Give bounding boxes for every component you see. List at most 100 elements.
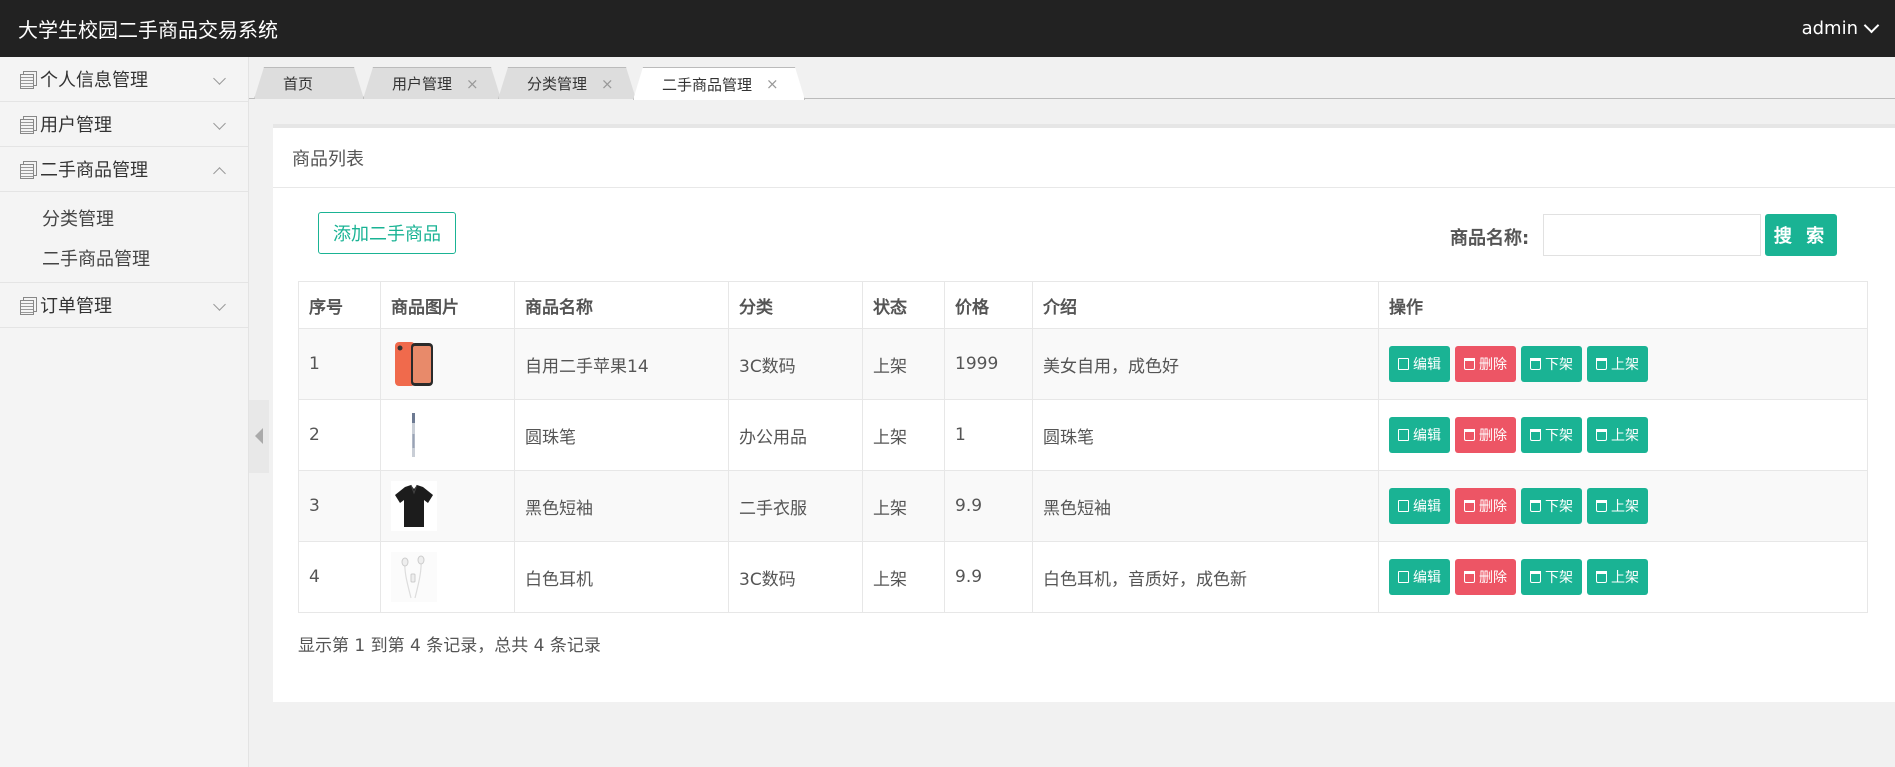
take-down-button[interactable]: 下架 (1521, 559, 1582, 595)
cell-actions: 编辑 删除 下架 上架 (1378, 328, 1868, 400)
cell-id: 2 (298, 399, 381, 471)
delete-button[interactable]: 删除 (1455, 417, 1516, 453)
cell-actions: 编辑 删除 下架 上架 (1378, 470, 1868, 542)
chevron-down-icon (213, 298, 226, 311)
col-header: 分类 (728, 281, 863, 329)
take-down-button[interactable]: 下架 (1521, 488, 1582, 524)
sidebar-subitem-goods[interactable]: 二手商品管理 (0, 238, 248, 278)
put-on-button[interactable]: 上架 (1587, 559, 1648, 595)
chevron-down-icon (1863, 17, 1880, 34)
sidebar-item-goods[interactable]: 二手商品管理 (0, 147, 248, 192)
chevron-down-icon (213, 117, 226, 130)
tab-goods[interactable]: 二手商品管理 × (633, 67, 805, 100)
button-label: 编辑 (1413, 428, 1441, 444)
button-label: 编辑 (1413, 357, 1441, 373)
trash-icon (1530, 429, 1541, 441)
user-menu[interactable]: admin (1802, 17, 1880, 39)
button-label: 下架 (1545, 428, 1573, 444)
cell-category: 办公用品 (728, 399, 863, 471)
add-goods-button[interactable]: 添加二手商品 (318, 212, 456, 254)
put-on-button[interactable]: 上架 (1587, 417, 1648, 453)
panel-title: 商品列表 (273, 128, 1895, 188)
col-header: 价格 (944, 281, 1033, 329)
put-on-button[interactable]: 上架 (1587, 488, 1648, 524)
cell-actions: 编辑 删除 下架 上架 (1378, 399, 1868, 471)
trash-icon (1464, 358, 1475, 370)
chevron-down-icon (213, 72, 226, 85)
col-header: 商品名称 (514, 281, 729, 329)
tab-label: 首页 (283, 75, 314, 93)
trash-icon (1530, 358, 1541, 370)
close-icon[interactable]: × (601, 75, 614, 93)
cell-intro: 白色耳机，音质好，成色新 (1032, 541, 1379, 613)
trash-icon (1596, 429, 1607, 441)
tab-label: 分类管理 (527, 75, 588, 93)
earphone-image (391, 552, 437, 602)
edit-icon (1398, 429, 1409, 441)
cell-category: 3C数码 (728, 328, 863, 400)
edit-button[interactable]: 编辑 (1389, 488, 1450, 524)
sidebar-collapse-toggle[interactable] (249, 400, 269, 473)
delete-button[interactable]: 删除 (1455, 346, 1516, 382)
edit-button[interactable]: 编辑 (1389, 559, 1450, 595)
trash-icon (1464, 429, 1475, 441)
sidebar-item-label: 二手商品管理 (40, 160, 148, 181)
search-button[interactable]: 搜 索 (1765, 214, 1837, 256)
cell-price: 9.9 (944, 541, 1033, 613)
document-icon (20, 71, 37, 89)
search-input[interactable] (1543, 214, 1761, 256)
button-label: 上架 (1611, 357, 1639, 373)
edit-icon (1398, 571, 1409, 583)
put-on-button[interactable]: 上架 (1587, 346, 1648, 382)
sidebar-item-orders[interactable]: 订单管理 (0, 283, 248, 328)
trash-icon (1530, 571, 1541, 583)
edit-button[interactable]: 编辑 (1389, 417, 1450, 453)
edit-icon (1398, 358, 1409, 370)
button-label: 删除 (1479, 570, 1507, 586)
sidebar: 个人信息管理 用户管理 二手商品管理 分类管理 二手商品管理 订单管理 (0, 57, 249, 767)
cell-status: 上架 (862, 328, 945, 400)
pagination-info: 显示第 1 到第 4 条记录，总共 4 条记录 (298, 636, 601, 656)
close-icon[interactable]: × (766, 75, 779, 93)
trash-icon (1596, 571, 1607, 583)
tab-home[interactable]: 首页 (254, 67, 364, 99)
delete-button[interactable]: 删除 (1455, 488, 1516, 524)
button-label: 下架 (1545, 357, 1573, 373)
edit-icon (1398, 500, 1409, 512)
edit-button[interactable]: 编辑 (1389, 346, 1450, 382)
document-icon (20, 116, 37, 134)
table-row: 4 白色耳机 3C数码 上架 9.9 白色耳机，音质好，成色新 编辑 删除 下架… (298, 541, 1868, 613)
search-label: 商品名称: (1450, 228, 1530, 249)
trash-icon (1596, 500, 1607, 512)
cell-status: 上架 (862, 541, 945, 613)
trash-icon (1596, 358, 1607, 370)
col-header: 状态 (862, 281, 945, 329)
sidebar-item-profile[interactable]: 个人信息管理 (0, 57, 248, 102)
table-row: 2 圆珠笔 办公用品 上架 1 圆珠笔 编辑 删除 下架 上架 (298, 399, 1868, 471)
tab-category[interactable]: 分类管理 × (498, 67, 636, 99)
take-down-button[interactable]: 下架 (1521, 417, 1582, 453)
take-down-button[interactable]: 下架 (1521, 346, 1582, 382)
col-header: 操作 (1378, 281, 1868, 329)
button-label: 删除 (1479, 499, 1507, 515)
cell-price: 1999 (944, 328, 1033, 400)
cell-name: 白色耳机 (514, 541, 729, 613)
delete-button[interactable]: 删除 (1455, 559, 1516, 595)
close-icon[interactable]: × (466, 75, 479, 93)
sidebar-item-users[interactable]: 用户管理 (0, 102, 248, 147)
pen-image (412, 413, 415, 457)
button-label: 上架 (1611, 428, 1639, 444)
cell-intro: 黑色短袖 (1032, 470, 1379, 542)
tab-users[interactable]: 用户管理 × (363, 67, 501, 99)
sidebar-item-label: 订单管理 (40, 296, 112, 317)
document-icon (20, 161, 37, 179)
shirt-image (391, 481, 437, 531)
button-label: 编辑 (1413, 499, 1441, 515)
button-label: 下架 (1545, 570, 1573, 586)
trash-icon (1464, 571, 1475, 583)
button-label: 编辑 (1413, 570, 1441, 586)
cell-image (380, 470, 515, 542)
button-label: 上架 (1611, 499, 1639, 515)
sidebar-subitem-category[interactable]: 分类管理 (0, 198, 248, 238)
cell-actions: 编辑 删除 下架 上架 (1378, 541, 1868, 613)
